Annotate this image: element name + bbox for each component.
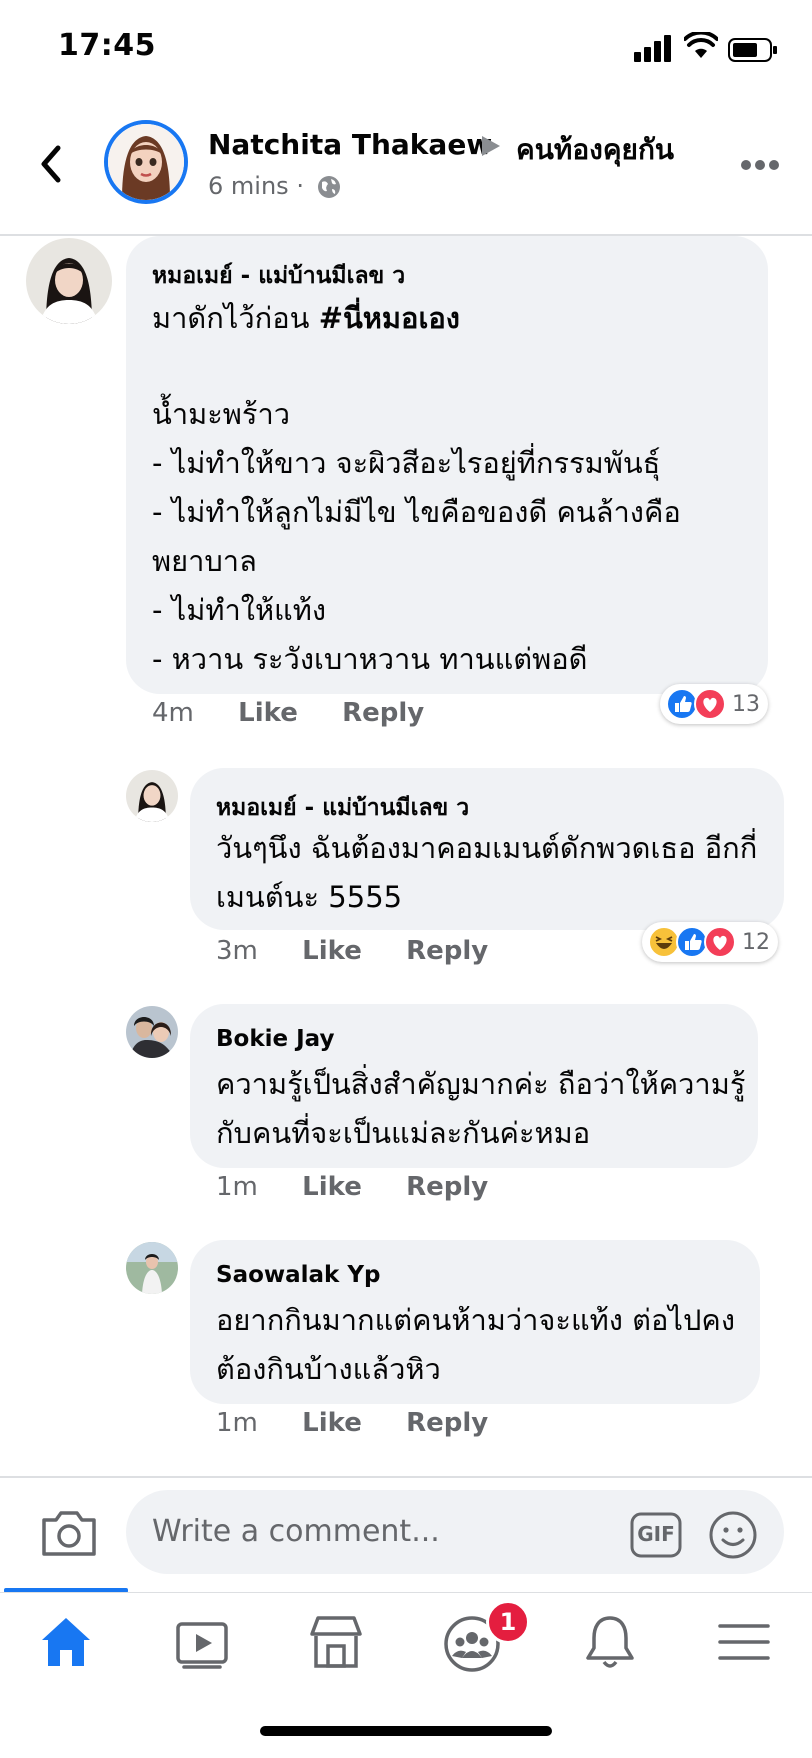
post-meta: 6 mins · [208, 172, 304, 200]
home-icon[interactable] [34, 1612, 98, 1672]
reaction-summary[interactable]: 12 [642, 922, 778, 962]
marketplace-icon[interactable] [304, 1612, 368, 1672]
back-arrow-icon[interactable] [36, 142, 66, 186]
comment-time: 3m [216, 936, 258, 966]
commenter-avatar[interactable] [126, 1006, 178, 1058]
avatar-photo [126, 1006, 178, 1058]
reply-button[interactable]: Reply [406, 936, 488, 966]
groups-notification-badge: 1 [486, 1600, 530, 1644]
comment-actions: 1m Like Reply [216, 1172, 524, 1202]
comment-text: ความรู้เป็นสิ่งสำคัญมากค่ะ ถือว่าให้ความ… [216, 1067, 746, 1150]
emoji-icon[interactable] [708, 1510, 758, 1560]
video-icon[interactable] [170, 1612, 234, 1672]
commenter-avatar[interactable] [26, 238, 112, 324]
globe-icon [318, 176, 340, 198]
avatar-illustration [108, 124, 184, 200]
comment-time: 1m [216, 1172, 258, 1202]
comment-actions: 4m Like Reply [152, 698, 460, 728]
like-button[interactable]: Like [302, 1172, 362, 1202]
hashtag-link[interactable]: #นี่หมอเอง [319, 301, 460, 335]
commenter-name[interactable]: Saowalak Yp [216, 1262, 380, 1288]
author-avatar[interactable] [104, 120, 188, 204]
composer-divider [0, 1476, 812, 1478]
comment-text: อยากกินมากแต่คนห้ามว่าจะแท้ง ต่อไปคงต้อง… [216, 1303, 735, 1386]
comment-text: วันๆนึง ฉันต้องมาคอมเมนต์ดักพวดเธอ อีกกี… [216, 831, 758, 914]
reaction-summary[interactable]: 13 [660, 684, 768, 724]
comment-text-body: น้ำมะพร้าว - ไม่ทำให้ขาว จะผิวสีอะไรอยู่… [152, 397, 681, 676]
commenter-name[interactable]: Bokie Jay [216, 1026, 334, 1052]
love-reaction-icon [694, 688, 726, 720]
camera-icon[interactable] [40, 1508, 98, 1558]
love-reaction-icon [704, 926, 736, 958]
reply-button[interactable]: Reply [406, 1172, 488, 1202]
reaction-count: 12 [742, 929, 770, 955]
avatar-photo [126, 1242, 178, 1294]
comment-text-intro: มาดักไว้ก่อน [152, 301, 319, 335]
menu-icon[interactable] [712, 1612, 776, 1672]
comment-actions: 1m Like Reply [216, 1408, 524, 1438]
comment-actions: 3m Like Reply [216, 936, 524, 966]
signal-icon [634, 35, 671, 62]
comment-input-placeholder[interactable]: Write a comment... [152, 1514, 440, 1549]
gif-label: GIF [637, 1522, 675, 1546]
home-indicator [260, 1726, 552, 1736]
comment-time: 1m [216, 1408, 258, 1438]
like-button[interactable]: Like [302, 936, 362, 966]
reply-button[interactable]: Reply [342, 698, 424, 728]
gif-button[interactable]: GIF [630, 1512, 682, 1558]
post-time[interactable]: 6 mins [208, 172, 289, 200]
comment-text: มาดักไว้ก่อน #นี่หมอเอง [152, 294, 752, 343]
battery-icon [728, 38, 777, 62]
more-options-icon[interactable] [740, 158, 780, 172]
tab-bar-divider [0, 1592, 812, 1593]
avatar-photo [126, 770, 178, 822]
like-button[interactable]: Like [302, 1408, 362, 1438]
avatar-photo [26, 238, 112, 324]
commenter-avatar[interactable] [126, 1242, 178, 1294]
status-time: 17:45 [58, 28, 156, 63]
comment-time: 4m [152, 698, 194, 728]
meta-separator: · [296, 172, 304, 200]
wifi-icon [684, 32, 718, 58]
like-button[interactable]: Like [238, 698, 298, 728]
post-author-name[interactable]: Natchita Thakaew [208, 128, 492, 161]
notifications-icon[interactable] [578, 1612, 642, 1672]
reaction-count: 13 [732, 691, 760, 717]
reply-button[interactable]: Reply [406, 1408, 488, 1438]
triangle-right-icon [482, 136, 500, 156]
post-group-name[interactable]: คนท้องคุยกัน [516, 128, 674, 172]
commenter-name[interactable]: หมอเมย์ - แม่บ้านมีเลข ว [152, 258, 405, 294]
commenter-avatar[interactable] [126, 770, 178, 822]
commenter-name[interactable]: หมอเมย์ - แม่บ้านมีเลข ว [216, 790, 469, 826]
